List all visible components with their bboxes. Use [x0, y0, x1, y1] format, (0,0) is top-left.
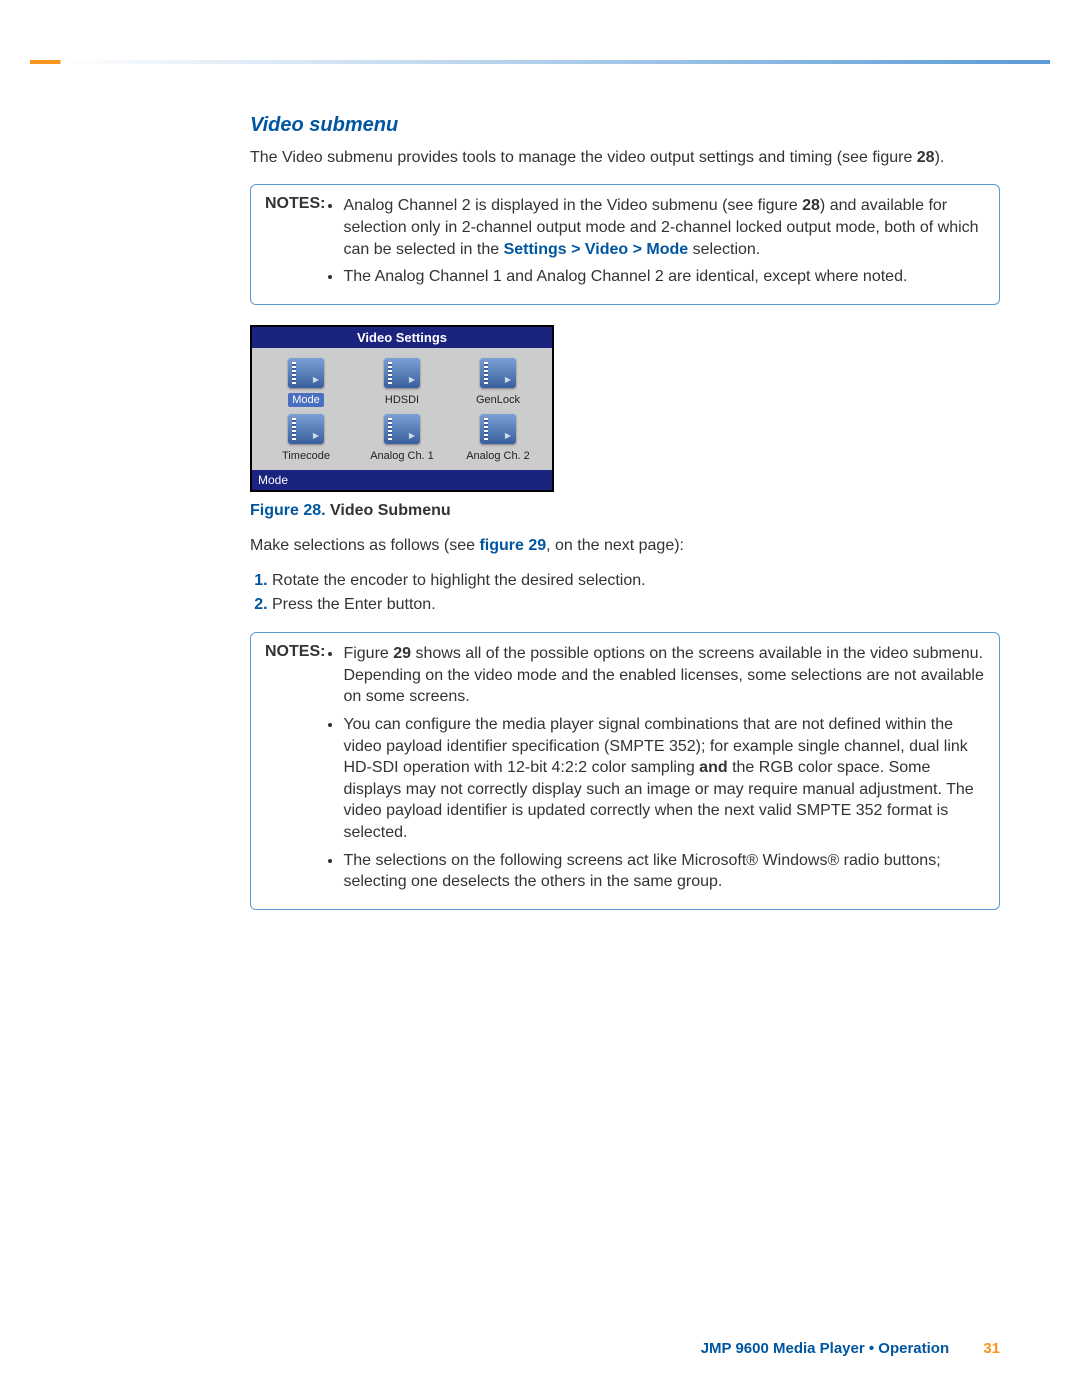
n1i1-c: selection.: [688, 241, 760, 258]
section-heading: Video submenu: [250, 114, 1000, 137]
icon-label-genlock: GenLock: [476, 394, 520, 406]
make-selections-text: Make selections as follows (see figure 2…: [250, 535, 1000, 557]
icon-analog2: Analog Ch. 2: [450, 414, 546, 464]
screenshot-title: Video Settings: [252, 327, 552, 348]
notes-list-2: Figure 29 shows all of the possible opti…: [331, 643, 985, 899]
icon-analog1: Analog Ch. 1: [354, 414, 450, 464]
n1i1-fig: 28: [802, 197, 820, 214]
notes-box-2: NOTES: Figure 29 shows all of the possib…: [250, 632, 1000, 910]
make-a: Make selections as follows (see: [250, 537, 479, 554]
page-content: Video submenu The Video submenu provides…: [250, 114, 1000, 910]
notes-label-2: NOTES:: [265, 643, 325, 661]
intro-paragraph: The Video submenu provides tools to mana…: [250, 147, 1000, 169]
film-icon: [384, 414, 420, 444]
figure-caption-prefix: Figure 28.: [250, 502, 326, 519]
film-icon: [480, 358, 516, 388]
note1-item2: The Analog Channel 1 and Analog Channel …: [343, 266, 985, 288]
icon-label-analog1: Analog Ch. 1: [370, 450, 434, 462]
intro-text-b: ).: [935, 149, 945, 166]
screenshot-icon-grid: Mode HDSDI GenLock Timecode Analog Ch. 1…: [252, 348, 552, 470]
icon-label-mode: Mode: [288, 393, 324, 407]
page-footer: JMP 9600 Media Player • Operation 31: [0, 1340, 1080, 1357]
icon-label-analog2: Analog Ch. 2: [466, 450, 530, 462]
make-b: , on the next page):: [546, 537, 684, 554]
step-2: Press the Enter button.: [272, 596, 1000, 614]
film-icon: [384, 358, 420, 388]
page-top-border: [30, 60, 1050, 64]
notes-list-1: Analog Channel 2 is displayed in the Vid…: [331, 195, 985, 293]
footer-page-number: 31: [983, 1340, 1000, 1357]
n2i2-and: and: [699, 759, 727, 776]
video-settings-screenshot: Video Settings Mode HDSDI GenLock Timeco…: [250, 325, 554, 492]
notes-label: NOTES:: [265, 195, 325, 213]
step-1: Rotate the encoder to highlight the desi…: [272, 572, 1000, 590]
n1i1-a: Analog Channel 2 is displayed in the Vid…: [343, 197, 802, 214]
icon-label-hdsdi: HDSDI: [385, 394, 419, 406]
icon-mode: Mode: [258, 358, 354, 408]
film-icon: [480, 414, 516, 444]
icon-label-timecode: Timecode: [282, 450, 330, 462]
icon-genlock: GenLock: [450, 358, 546, 408]
n2i1-fig: 29: [393, 645, 411, 662]
note2-item3: The selections on the following screens …: [343, 850, 985, 893]
figure-29-link[interactable]: figure 29: [479, 537, 546, 554]
note2-item1: Figure 29 shows all of the possible opti…: [343, 643, 985, 708]
settings-video-mode-link[interactable]: Settings > Video > Mode: [504, 241, 689, 258]
icon-timecode: Timecode: [258, 414, 354, 464]
film-icon: [288, 414, 324, 444]
intro-figure-ref: 28: [917, 149, 935, 166]
figure-caption: Figure 28. Video Submenu: [250, 502, 1000, 520]
film-icon: [288, 358, 324, 388]
steps-list: Rotate the encoder to highlight the desi…: [250, 572, 1000, 614]
n2i1-a: Figure: [343, 645, 393, 662]
screenshot-footer: Mode: [252, 470, 552, 490]
icon-hdsdi: HDSDI: [354, 358, 450, 408]
figure-caption-text: Video Submenu: [326, 502, 451, 519]
note2-item2: You can configure the media player signa…: [343, 714, 985, 844]
n2i1-b: shows all of the possible options on the…: [343, 645, 983, 705]
note1-item1: Analog Channel 2 is displayed in the Vid…: [343, 195, 985, 260]
footer-title: JMP 9600 Media Player • Operation: [701, 1340, 949, 1357]
notes-box-1: NOTES: Analog Channel 2 is displayed in …: [250, 184, 1000, 304]
intro-text-a: The Video submenu provides tools to mana…: [250, 149, 917, 166]
